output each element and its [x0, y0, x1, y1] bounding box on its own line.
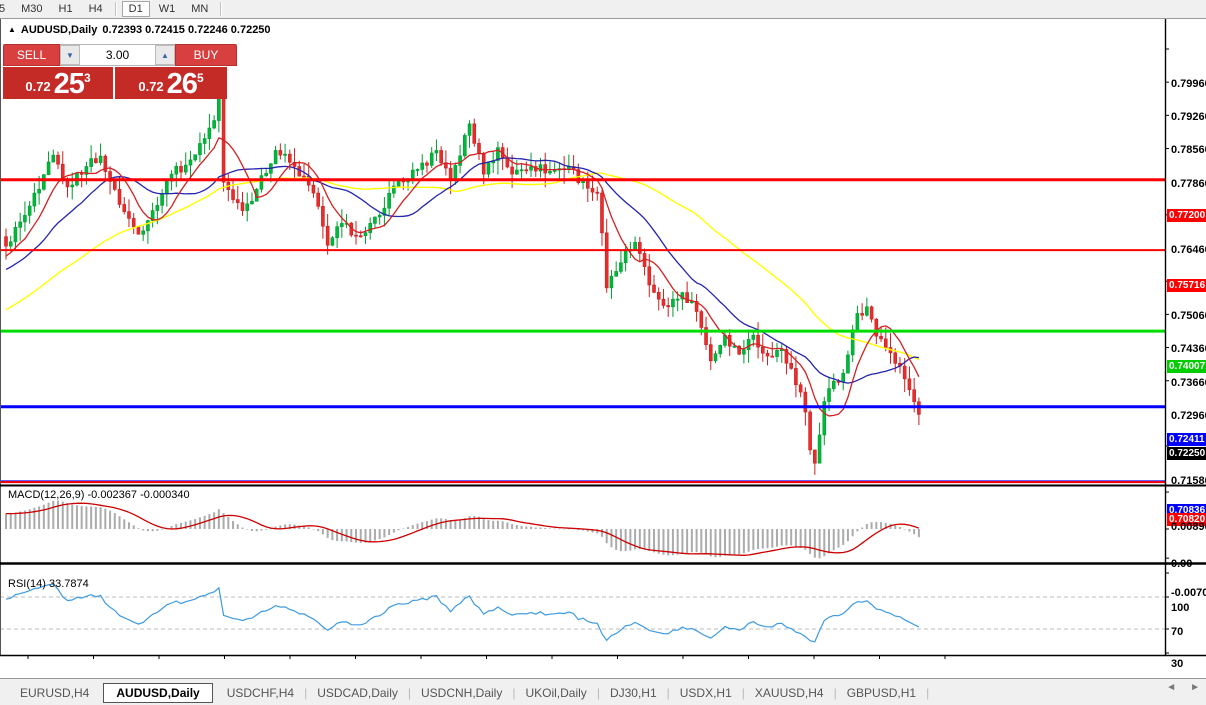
chart-symbol-label: AUDUSD,Daily	[21, 24, 97, 36]
price-axis-tick: 0.72960	[1171, 410, 1206, 422]
volume-input[interactable]	[80, 45, 155, 65]
buy-price-button[interactable]: 0.72 26 5	[115, 67, 227, 99]
volume-increase-button[interactable]: ▲	[155, 45, 175, 65]
buy-price-point: 5	[197, 71, 204, 85]
macd-label: MACD(12,26,9) -0.002367 -0.000340	[8, 489, 190, 501]
price-axis-tick: 0.77860	[1171, 178, 1206, 190]
timeframe-button-5[interactable]: 5	[0, 1, 12, 17]
price-level-badge: 0.75716	[1167, 279, 1206, 292]
macd-values: -0.002367 -0.000340	[87, 489, 189, 501]
price-level-badge: 0.72411	[1167, 433, 1206, 446]
toolbar-separator	[115, 2, 117, 16]
rsi-axis-tick: 70	[1171, 626, 1183, 638]
rsi-axis-tick: 30	[1171, 658, 1183, 670]
sell-price-point: 3	[84, 71, 91, 85]
chart-ohlc-values: 0.72393 0.72415 0.72246 0.72250	[102, 24, 270, 36]
buy-button[interactable]: BUY	[175, 44, 237, 66]
timeframe-button-h1[interactable]: H1	[52, 1, 80, 17]
tab-separator: |	[926, 686, 929, 700]
price-chart-canvas[interactable]	[0, 18, 1206, 678]
price-axis-tick: 0.79260	[1171, 111, 1206, 123]
price-axis-tick: 0.71580	[1171, 475, 1206, 487]
rsi-value: 33.7874	[49, 578, 89, 590]
timeframe-button-h4[interactable]: H4	[82, 1, 110, 17]
chart-marker-icon: ▲	[8, 25, 16, 34]
tab-scroll-nav: ◄ ►	[1166, 682, 1200, 693]
price-axis-tick: 0.79960	[1171, 78, 1206, 90]
chart-tab-usdchf[interactable]: USDCHF,H4	[217, 684, 304, 702]
price-level-badge: 0.72250	[1167, 447, 1206, 460]
price-axis-tick: 0.76460	[1171, 244, 1206, 256]
chart-tab-xauusd[interactable]: XAUUSD,H4	[745, 684, 834, 702]
sell-price-pips: 25	[54, 71, 84, 97]
rsi-axis-tick: 100	[1171, 602, 1189, 614]
macd-axis-tick: 0.008904	[1171, 521, 1206, 533]
timeframe-button-m30[interactable]: M30	[14, 1, 49, 17]
macd-axis-tick: 0.00	[1171, 558, 1192, 570]
chart-tab-dj30[interactable]: DJ30,H1	[600, 684, 667, 702]
chart-tab-usdcnh[interactable]: USDCNH,Daily	[411, 684, 512, 702]
timeframe-button-w1[interactable]: W1	[152, 1, 183, 17]
chart-tab-audusd[interactable]: AUDUSD,Daily	[103, 683, 212, 703]
volume-decrease-button[interactable]: ▼	[60, 45, 80, 65]
price-axis-tick: 0.78560	[1171, 144, 1206, 156]
timeframe-toolbar: 5M30H1H4 D1W1MN	[0, 0, 1206, 19]
macd-axis-tick: -0.007017	[1171, 587, 1206, 599]
one-click-trading-panel: SELL ▼ ▲ BUY 0.72 25 3 0.72 26 5	[3, 44, 239, 99]
tab-scroll-right-icon[interactable]: ►	[1190, 682, 1200, 693]
sell-price-button[interactable]: 0.72 25 3	[3, 67, 113, 99]
chart-tab-usdcad[interactable]: USDCAD,Daily	[307, 684, 408, 702]
sell-price-base: 0.72	[25, 77, 50, 97]
chart-tab-bar: EURUSD,H4AUDUSD,Daily USDCHF,H4 | USDCAD,Da…	[0, 678, 1206, 705]
price-level-badge: 0.74007	[1167, 360, 1206, 373]
buy-price-pips: 26	[167, 71, 197, 97]
timeframe-button-d1[interactable]: D1	[122, 1, 150, 17]
volume-stepper: ▼ ▲	[60, 44, 175, 66]
chart-title: ▲ AUDUSD,Daily 0.72393 0.72415 0.72246 0…	[8, 24, 271, 36]
rsi-label: RSI(14) 33.7874	[8, 578, 89, 590]
chart-tab-eurusd[interactable]: EURUSD,H4	[10, 684, 99, 702]
chart-tab-usdx[interactable]: USDX,H1	[670, 684, 742, 702]
timeframe-button-mn[interactable]: MN	[184, 1, 215, 17]
price-axis-tick: 0.73660	[1171, 377, 1206, 389]
toolbar-separator	[220, 2, 222, 16]
chart-tab-gbpusd[interactable]: GBPUSD,H1	[837, 684, 926, 702]
tab-scroll-left-icon[interactable]: ◄	[1166, 682, 1176, 693]
chart-window: ▲ AUDUSD,Daily 0.72393 0.72415 0.72246 0…	[0, 18, 1206, 678]
chart-tab-ukoil[interactable]: UKOil,Daily	[515, 684, 596, 702]
sell-button[interactable]: SELL	[3, 44, 60, 66]
price-axis-tick: 0.75060	[1171, 310, 1206, 322]
price-axis-tick: 0.74360	[1171, 343, 1206, 355]
buy-price-base: 0.72	[138, 77, 163, 97]
mt4-window: 5M30H1H4D1W1MN ▲ AUDUSD,Daily 0.72393 0.…	[0, 0, 1206, 705]
price-level-badge: 0.77200	[1167, 209, 1206, 222]
